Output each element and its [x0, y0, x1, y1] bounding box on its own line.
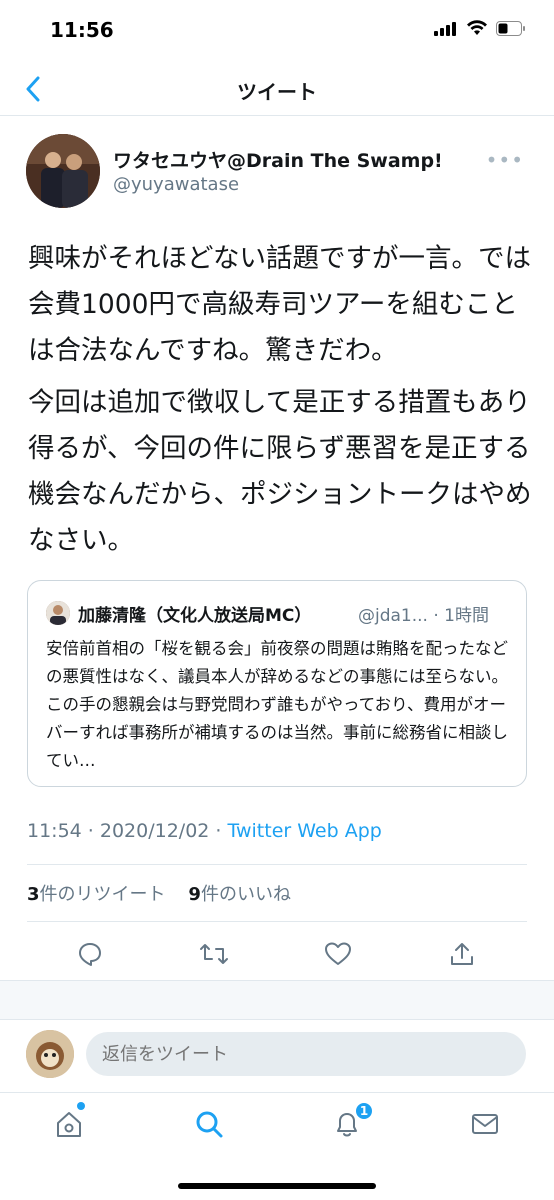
- tab-home[interactable]: [52, 1107, 86, 1141]
- tweet-text-paragraph-2: 今回は追加で徴収して是正する措置もあり得るが、今回の件に限らず悪習を是正する機会…: [28, 387, 532, 556]
- tweet-timestamp: 11:54 · 2020/12/02 · Twitter Web App: [27, 820, 382, 842]
- like-stat[interactable]: 9件のいいね: [188, 884, 291, 905]
- status-time: 11:56: [50, 18, 114, 42]
- divider: [27, 921, 527, 922]
- mail-icon: [472, 1114, 498, 1134]
- timestamp-text: 11:54 · 2020/12/02 ·: [27, 820, 228, 842]
- retweet-icon: [200, 944, 228, 964]
- quoted-tweet-card[interactable]: 加藤清隆（文化人放送局MC） @jda1... · 1時間 安倍前首相の「桜を観…: [27, 580, 527, 787]
- quoted-tweet-text: 安倍前首相の「桜を観る会」前夜祭の問題は賄賂を配ったなどの悪質性はなく、議員本人…: [46, 639, 508, 770]
- tweet-source-link[interactable]: Twitter Web App: [228, 820, 382, 842]
- heart-icon: [325, 942, 351, 965]
- tab-search[interactable]: [192, 1107, 226, 1141]
- tweet-text-paragraph-1: 興味がそれほどない話題ですが一言。では会費1000円で高級寿司ツアーを組むことは…: [28, 243, 531, 366]
- signal-icon: [434, 21, 458, 40]
- author-handle[interactable]: @yuyawatase: [113, 174, 239, 195]
- wifi-icon: [466, 20, 488, 40]
- author-name[interactable]: ワタセユウヤ@Drain The Swamp!: [113, 146, 443, 173]
- reply-button[interactable]: [74, 938, 106, 970]
- retweet-stat[interactable]: 3件のリツイート: [27, 884, 166, 905]
- status-icons: [434, 20, 526, 40]
- section-separator: [0, 980, 554, 1020]
- share-icon: [451, 943, 473, 965]
- nav-bar: ツイート: [0, 62, 554, 116]
- quoted-author-avatar: [46, 601, 70, 625]
- like-button[interactable]: [322, 938, 354, 970]
- share-button[interactable]: [446, 938, 478, 970]
- divider: [27, 864, 527, 865]
- reply-icon: [79, 943, 101, 966]
- home-icon: [57, 1112, 81, 1137]
- home-unread-dot: [77, 1102, 85, 1110]
- tweet-stats: 3件のリツイート 9件のいいね: [27, 880, 291, 906]
- battery-icon: [496, 20, 526, 40]
- retweet-button[interactable]: [198, 938, 230, 970]
- search-icon: [196, 1111, 223, 1138]
- author-avatar[interactable]: [26, 134, 100, 208]
- notification-badge: 1: [354, 1101, 374, 1121]
- tweet-action-bar: [0, 930, 554, 978]
- more-options-icon[interactable]: •••: [486, 148, 524, 172]
- quoted-author-handle: @jda1... · 1時間: [358, 606, 489, 626]
- home-indicator: [178, 1183, 376, 1189]
- tab-messages[interactable]: [468, 1107, 502, 1141]
- quoted-author-name: 加藤清隆（文化人放送局MC）: [78, 606, 312, 626]
- status-bar: 11:56: [0, 0, 554, 62]
- reply-input[interactable]: [86, 1032, 526, 1076]
- user-avatar[interactable]: [26, 1030, 74, 1078]
- page-title: ツイート: [237, 80, 317, 104]
